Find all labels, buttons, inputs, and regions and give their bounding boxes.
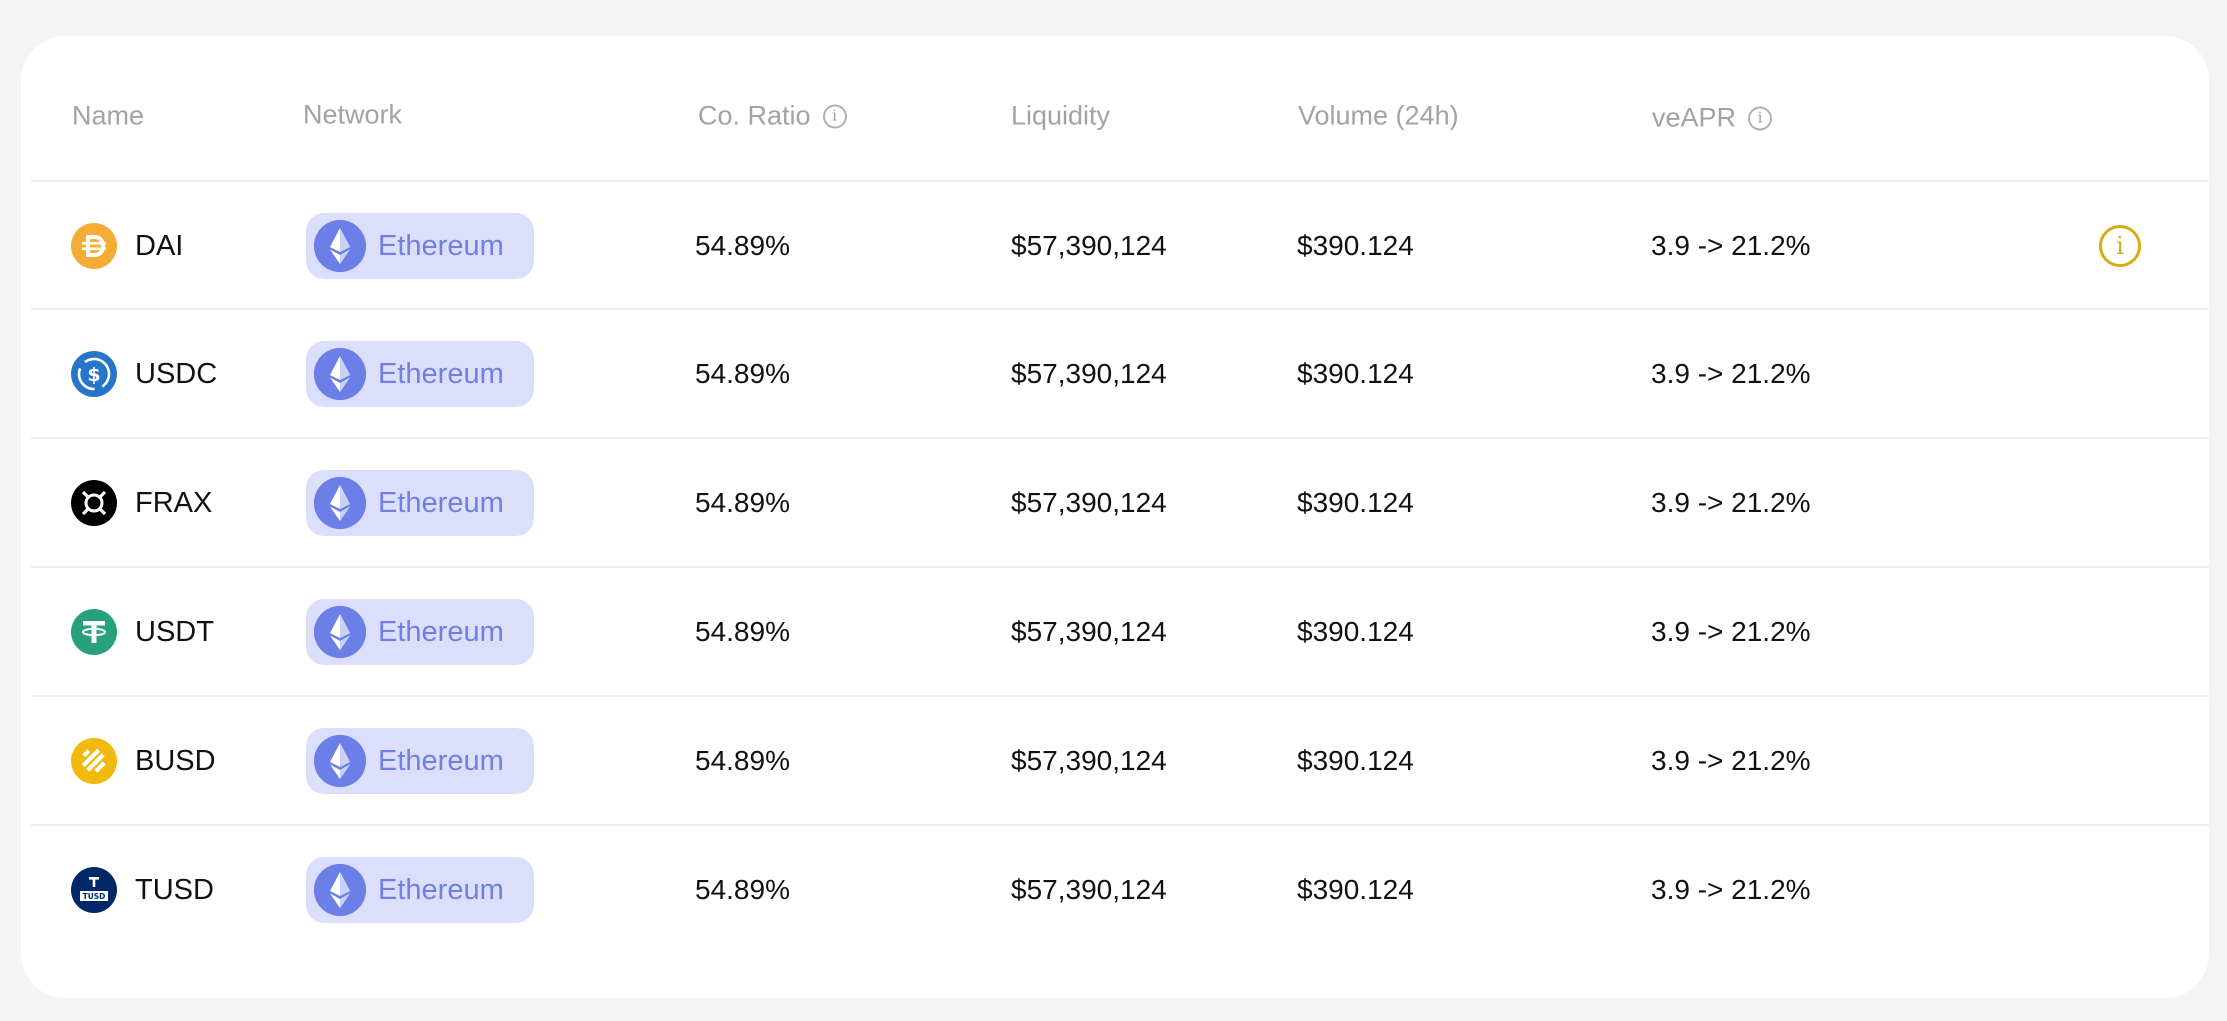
column-header-network[interactable]: Network <box>303 100 402 131</box>
co-ratio-value: 54.89% <box>695 616 790 647</box>
liquidity-value: $57,390,124 <box>1011 616 1167 647</box>
dai-icon <box>71 223 117 269</box>
token-name: FRAX <box>135 486 213 519</box>
ethereum-icon <box>314 348 366 400</box>
veapr-value: 3.9 -> 21.2% <box>1651 874 1811 905</box>
volume-value: $390.124 <box>1297 874 1414 905</box>
network-cell: Ethereum <box>306 213 534 279</box>
network-badge[interactable]: Ethereum <box>306 728 534 794</box>
frax-icon <box>71 480 117 526</box>
network-label: Ethereum <box>378 486 504 519</box>
network-label: Ethereum <box>378 357 504 390</box>
tusd-icon: TUSD <box>71 867 117 913</box>
token-cell: USDT <box>71 609 214 655</box>
network-label: Ethereum <box>378 873 504 906</box>
volume-value: $390.124 <box>1297 745 1414 776</box>
table-row[interactable]: USDT Ethereum 54.89% $57,390,124 $390.12… <box>31 566 2209 696</box>
volume-value: $390.124 <box>1297 616 1414 647</box>
ethereum-icon <box>314 220 366 272</box>
liquidity-value: $57,390,124 <box>1011 745 1167 776</box>
volume-value: $390.124 <box>1297 487 1414 518</box>
veapr-value: 3.9 -> 21.2% <box>1651 487 1811 518</box>
svg-text:TUSD: TUSD <box>83 892 106 901</box>
network-cell: Ethereum <box>306 728 534 794</box>
volume-value: $390.124 <box>1297 358 1414 389</box>
co-ratio-value: 54.89% <box>695 874 790 905</box>
network-badge[interactable]: Ethereum <box>306 213 534 279</box>
table-row[interactable]: $ USDC Ethereum 54.89% $57,390,124 $390.… <box>31 308 2209 438</box>
token-cell: TUSD TUSD <box>71 867 214 913</box>
network-badge[interactable]: Ethereum <box>306 599 534 665</box>
liquidity-value: $57,390,124 <box>1011 487 1167 518</box>
veapr-info-icon[interactable]: i <box>1748 106 1773 130</box>
token-cell: $ USDC <box>71 351 217 397</box>
ethereum-icon <box>314 735 366 787</box>
liquidity-value: $57,390,124 <box>1011 358 1167 389</box>
network-cell: Ethereum <box>306 470 534 536</box>
co-ratio-value: 54.89% <box>695 487 790 518</box>
network-badge[interactable]: Ethereum <box>306 341 534 407</box>
token-cell: FRAX <box>71 480 212 526</box>
co-ratio-value: 54.89% <box>695 745 790 776</box>
ethereum-icon <box>314 864 366 916</box>
volume-value: $390.124 <box>1297 230 1414 261</box>
token-name: TUSD <box>135 873 214 906</box>
veapr-value: 3.9 -> 21.2% <box>1651 230 1811 261</box>
token-cell: BUSD <box>71 738 216 784</box>
token-name: BUSD <box>135 744 216 777</box>
network-cell: Ethereum <box>306 599 534 665</box>
column-header-co-ratio[interactable]: Co. Ratio i <box>698 101 847 132</box>
table-row[interactable]: DAI Ethereum 54.89% $57,390,124 $390.124… <box>31 180 2209 310</box>
token-cell: DAI <box>71 223 183 269</box>
table-row[interactable]: TUSD TUSD Ethereum 54.89% $57,390,124 $3… <box>31 824 2209 954</box>
row-info-icon[interactable]: i <box>2099 225 2141 267</box>
column-header-veapr[interactable]: veAPR i <box>1652 103 1773 134</box>
column-header-name[interactable]: Name <box>72 101 144 132</box>
token-name: USDC <box>135 357 218 390</box>
liquidity-value: $57,390,124 <box>1011 874 1167 905</box>
veapr-value: 3.9 -> 21.2% <box>1651 358 1811 389</box>
veapr-value: 3.9 -> 21.2% <box>1651 745 1811 776</box>
network-label: Ethereum <box>378 615 504 648</box>
markets-table-card: Name Network Co. Ratio i Liquidity Volum… <box>21 36 2209 998</box>
usdc-icon: $ <box>71 351 117 397</box>
co-ratio-value: 54.89% <box>695 358 790 389</box>
network-label: Ethereum <box>378 744 504 777</box>
network-badge[interactable]: Ethereum <box>306 857 534 923</box>
column-header-liquidity[interactable]: Liquidity <box>1011 101 1110 132</box>
table-row[interactable]: BUSD Ethereum 54.89% $57,390,124 $390.12… <box>31 695 2209 825</box>
co-ratio-value: 54.89% <box>695 230 790 261</box>
svg-text:$: $ <box>87 364 100 386</box>
token-name: USDT <box>135 615 214 648</box>
ethereum-icon <box>314 606 366 658</box>
token-name: DAI <box>135 229 184 262</box>
co-ratio-info-icon[interactable]: i <box>822 104 847 128</box>
busd-icon <box>71 738 117 784</box>
table-row[interactable]: FRAX Ethereum 54.89% $57,390,124 $390.12… <box>31 437 2209 567</box>
network-badge[interactable]: Ethereum <box>306 470 534 536</box>
veapr-value: 3.9 -> 21.2% <box>1651 616 1811 647</box>
column-header-volume[interactable]: Volume (24h) <box>1298 101 1459 132</box>
network-cell: Ethereum <box>306 857 534 923</box>
usdt-icon <box>71 609 117 655</box>
network-label: Ethereum <box>378 229 504 262</box>
table-header: Name Network Co. Ratio i Liquidity Volum… <box>21 36 2209 180</box>
network-cell: Ethereum <box>306 341 534 407</box>
ethereum-icon <box>314 477 366 529</box>
liquidity-value: $57,390,124 <box>1011 230 1167 261</box>
